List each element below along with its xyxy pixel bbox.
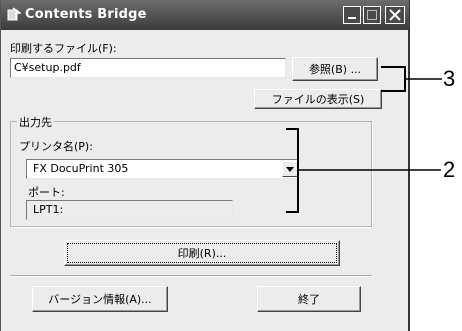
callout-label-3: 3 [443,66,456,91]
callout-lines [286,66,442,213]
callout-label-2: 2 [443,157,456,182]
